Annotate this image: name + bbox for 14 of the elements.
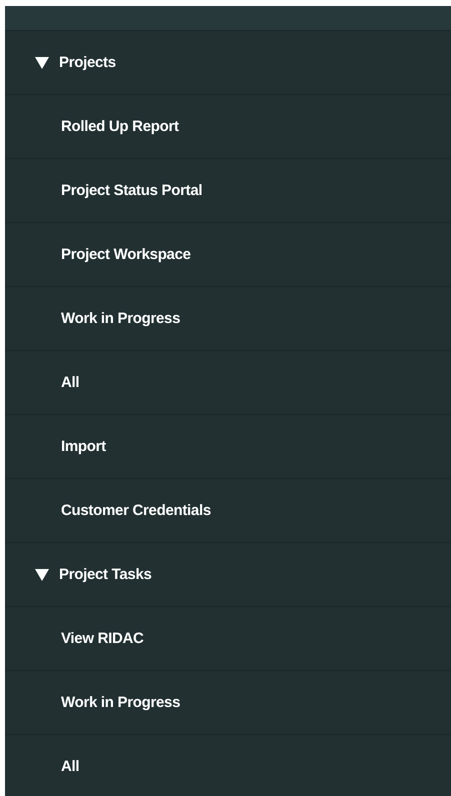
menu-item[interactable]: Project Status Portal (5, 159, 451, 223)
caret-icon (35, 568, 49, 582)
section-header[interactable]: Project Tasks (5, 543, 451, 607)
menu-item[interactable]: Work in Progress (5, 287, 451, 351)
menu-item[interactable]: All (5, 351, 451, 415)
menu-item[interactable]: All (5, 735, 451, 796)
menu-item[interactable]: View RIDAC (5, 607, 451, 671)
menu-item[interactable]: Customer Credentials (5, 479, 451, 543)
section-header[interactable]: Projects (5, 31, 451, 95)
caret-icon (35, 56, 49, 70)
menu-item[interactable]: Work in Progress (5, 671, 451, 735)
menu-item[interactable]: Import (5, 415, 451, 479)
menu-item[interactable]: Project Workspace (5, 223, 451, 287)
menu-item[interactable]: Rolled Up Report (5, 95, 451, 159)
